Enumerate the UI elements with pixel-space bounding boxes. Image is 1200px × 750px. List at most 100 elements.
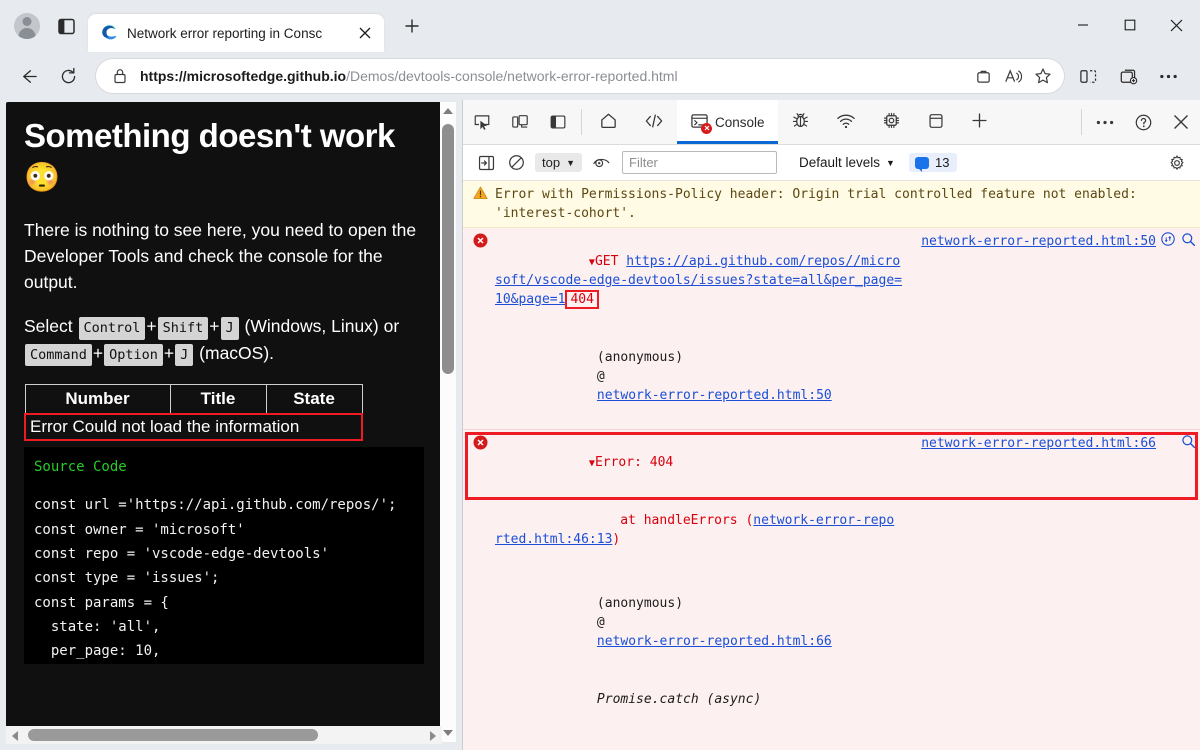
stack-source-link[interactable]: network-error-reported.html:50 [597, 388, 832, 403]
performance-cpu-icon [882, 111, 901, 133]
error-source-link[interactable]: network-error-reported.html:66 [921, 434, 1156, 453]
stack-frame: (anonymous) @ network-error-reported.htm… [473, 329, 1192, 425]
welcome-home-icon [599, 111, 618, 133]
filter-placeholder: Filter [629, 155, 658, 170]
console-sidebar-icon[interactable] [471, 150, 501, 176]
stack-frame: (anonymous) @ network-error-reported.htm… [473, 728, 1192, 750]
network-info-icon[interactable] [1161, 232, 1175, 252]
close-icon[interactable] [354, 22, 376, 44]
error-at-close: ) [612, 532, 620, 547]
search-in-network-icon[interactable] [1181, 232, 1196, 253]
error-circle-icon [473, 435, 488, 450]
tab-title: Network error reporting in Consc [127, 26, 354, 41]
browser-tab[interactable]: Network error reporting in Consc [88, 14, 384, 52]
request-url-link[interactable]: https://api.github.com/repos//microsoft/… [495, 254, 902, 307]
url-host: https://microsoftedge.github.io [140, 68, 346, 84]
tab-console-label: Console [715, 115, 765, 130]
stack-async-label: Promise.catch (async) [597, 692, 761, 707]
navigation-bar: https://microsoftedge.github.io/Demos/de… [0, 52, 1200, 100]
network-source-link[interactable]: network-error-reported.html:50 [921, 232, 1156, 251]
live-expression-icon[interactable] [586, 150, 616, 176]
log-levels-selector[interactable]: Default levels ▼ [799, 155, 895, 170]
scroll-left-arrow-icon[interactable] [12, 731, 18, 741]
console-warning-message[interactable]: Error with Permissions-Policy header: Or… [463, 181, 1200, 228]
issues-count: 13 [935, 155, 949, 170]
sidebar-toggle-icon[interactable] [50, 10, 82, 42]
address-bar[interactable]: https://microsoftedge.github.io/Demos/de… [96, 59, 1064, 93]
issues-bubble-icon [915, 157, 929, 169]
new-tab-button[interactable] [396, 10, 428, 42]
divider [581, 109, 582, 135]
source-line: state: 'all', [34, 615, 414, 639]
dock-side-icon[interactable] [539, 100, 577, 144]
browser-essentials-icon[interactable] [1110, 58, 1146, 94]
table-error-cell: Error Could not load the information [25, 414, 362, 440]
tab-welcome[interactable] [586, 100, 631, 144]
elements-code-icon [644, 112, 664, 133]
reload-icon[interactable] [50, 58, 86, 94]
stack-function-name: (anonymous) [597, 594, 729, 613]
key-j-mac: J [175, 344, 193, 366]
stack-at-symbol: @ [597, 615, 605, 630]
context-label: top [542, 155, 560, 170]
horizontal-scroll-thumb[interactable] [28, 729, 318, 741]
back-arrow-icon[interactable] [10, 58, 46, 94]
error-at-line: at handleErrors (network-error-reported.… [473, 492, 898, 569]
clear-console-icon[interactable] [501, 150, 531, 176]
maximize-button[interactable] [1106, 2, 1153, 48]
console-settings-gear-icon[interactable] [1162, 150, 1192, 176]
devtools-panel: Console [462, 100, 1200, 750]
face-emoji-icon: 😳 [24, 162, 60, 194]
tab-application[interactable] [914, 100, 958, 144]
more-tools-button[interactable] [958, 100, 1001, 144]
search-in-network-icon[interactable] [1181, 434, 1196, 455]
page-title: Something doesn't work 😳 [24, 116, 424, 197]
help-question-icon[interactable] [1124, 100, 1162, 144]
page-vertical-scrollbar[interactable] [440, 102, 456, 742]
chevron-down-icon: ▼ [886, 158, 895, 168]
tab-console[interactable]: Console [677, 100, 778, 144]
more-options-icon[interactable] [1086, 100, 1124, 144]
profile-avatar-icon[interactable] [10, 9, 44, 43]
scroll-right-arrow-icon[interactable] [430, 731, 436, 741]
console-icon [690, 112, 709, 133]
favorite-star-icon[interactable] [1028, 62, 1058, 90]
stack-source-link[interactable]: network-error-reported.html:66 [597, 634, 832, 649]
execution-context-selector[interactable]: top ▼ [535, 153, 582, 172]
device-emulation-icon[interactable] [501, 100, 539, 144]
address-url: https://microsoftedge.github.io/Demos/de… [140, 68, 968, 84]
inspect-element-icon[interactable] [463, 100, 501, 144]
chevron-down-icon: ▼ [566, 158, 575, 168]
tab-performance[interactable] [869, 100, 914, 144]
console-thrown-error-message[interactable]: network-error-reported.html:66 ▼Error: 4… [463, 430, 1200, 750]
close-window-button[interactable] [1153, 2, 1200, 48]
tab-elements[interactable] [631, 100, 677, 144]
key-control: Control [79, 317, 146, 339]
issues-badge[interactable]: 13 [909, 153, 957, 172]
settings-more-icon[interactable] [1150, 58, 1186, 94]
minimize-button[interactable] [1059, 2, 1106, 48]
shortcut-win-suffix: (Windows, Linux) [245, 316, 379, 336]
split-screen-icon[interactable] [1070, 58, 1106, 94]
collections-icon[interactable] [968, 62, 998, 90]
console-network-error-message[interactable]: network-error-reported.html:50 ▼GET http… [463, 228, 1200, 429]
read-aloud-icon[interactable] [998, 62, 1028, 90]
web-page-frame: Something doesn't work 😳 There is nothin… [0, 100, 462, 750]
source-code-block: Source Code const url ='https://api.gith… [24, 447, 424, 664]
error-at-text: at handleErrors ( [589, 513, 753, 528]
page-horizontal-scrollbar[interactable] [6, 726, 442, 744]
divider [1081, 109, 1082, 135]
vertical-scroll-thumb[interactable] [442, 124, 454, 374]
shortcut-prefix: Select [24, 316, 73, 336]
page-paragraph: There is nothing to see here, you need t… [24, 217, 424, 296]
error-circle-icon [473, 233, 488, 248]
scroll-up-arrow-icon[interactable] [443, 108, 453, 114]
tab-network[interactable] [823, 100, 869, 144]
close-devtools-icon[interactable] [1162, 100, 1200, 144]
warning-triangle-icon [473, 186, 488, 201]
more-tools-plus-icon [971, 112, 988, 132]
filter-input[interactable]: Filter [622, 151, 777, 174]
tab-debugger[interactable] [778, 100, 823, 144]
scroll-down-arrow-icon[interactable] [443, 730, 453, 736]
warning-text-line-2: 'interest-cohort'. [473, 204, 1192, 223]
